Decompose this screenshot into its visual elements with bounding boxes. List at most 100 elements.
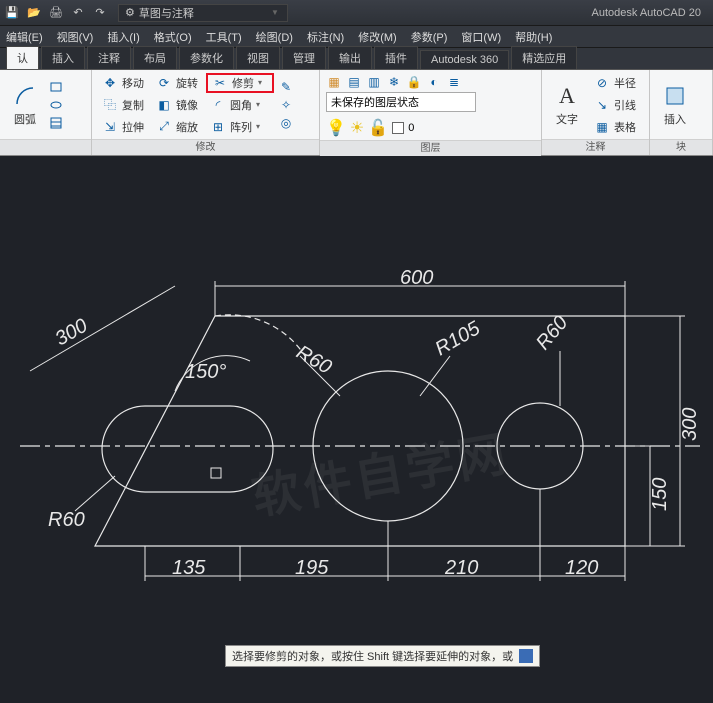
print-icon[interactable]: 🖨 [48, 5, 64, 21]
mirror-button[interactable]: ◧镜像 [152, 95, 202, 115]
rotate-icon: ⟳ [156, 75, 172, 91]
tab-default[interactable]: 认 [6, 46, 39, 69]
panel-modify: ✥移动 ⿻复制 ⇲拉伸 ⟳旋转 ◧镜像 ⤢缩放 ✂修剪▾ ◜圆角▾ ⊞阵列▾ ✎… [92, 70, 320, 155]
arc-button[interactable]: 圆弧 [6, 81, 44, 129]
layer-match-icon[interactable]: ≣ [446, 74, 462, 90]
panel-title-block: 块 [650, 139, 712, 155]
tab-plugins[interactable]: 插件 [374, 46, 418, 69]
layer-lock-icon[interactable]: 🔒 [406, 74, 422, 90]
save-icon[interactable]: 💾 [4, 5, 20, 21]
redo-icon[interactable]: ↷ [92, 5, 108, 21]
chevron-down-icon: ▼ [271, 8, 281, 17]
dim-600: 600 [400, 267, 433, 289]
table-icon: ▦ [594, 119, 610, 135]
rectangle-icon[interactable] [48, 79, 64, 95]
rotate-button[interactable]: ⟳旋转 [152, 73, 202, 93]
leader-icon: ↘ [594, 97, 610, 113]
tooltip-text: 选择要修剪的对象，或按住 Shift 键选择要延伸的对象，或 [232, 648, 513, 664]
scale-button[interactable]: ⤢缩放 [152, 117, 202, 137]
title-bar: 💾 📂 🖨 ↶ ↷ ⚙ 草图与注释 ▼ Autodesk AutoCAD 20 [0, 0, 713, 26]
arc-label: 圆弧 [14, 111, 36, 127]
block-icon [662, 83, 688, 109]
array-button[interactable]: ⊞阵列▾ [206, 117, 274, 137]
dim-r60-right: R60 [532, 312, 572, 354]
explode-icon[interactable]: ✧ [278, 97, 294, 113]
ellipse-icon[interactable] [48, 97, 64, 113]
arc-icon [12, 83, 38, 109]
tab-featured[interactable]: 精选应用 [511, 46, 577, 69]
sun-icon: ☀ [350, 118, 364, 138]
panel-draw: 圆弧 [0, 70, 92, 155]
move-button[interactable]: ✥移动 [98, 73, 148, 93]
menu-bar: 编辑(E) 视图(V) 插入(I) 格式(O) 工具(T) 绘图(D) 标注(N… [0, 26, 713, 48]
mirror-icon: ◧ [156, 97, 172, 113]
dim-r105: R105 [432, 317, 485, 360]
radius-dim-button[interactable]: ⊘半径 [590, 73, 640, 93]
menu-help[interactable]: 帮助(H) [515, 29, 552, 45]
layer-iso-icon[interactable]: ▥ [366, 74, 382, 90]
chevron-down-icon: ▾ [258, 78, 268, 87]
menu-edit[interactable]: 编辑(E) [6, 29, 43, 45]
workspace-selector[interactable]: ⚙ 草图与注释 ▼ [118, 4, 288, 22]
radius-icon: ⊘ [594, 75, 610, 91]
table-button[interactable]: ▦表格 [590, 117, 640, 137]
layer-state-dropdown[interactable]: 未保存的图层状态 [326, 92, 476, 112]
insert-block-button[interactable]: 插入 [656, 81, 694, 129]
layer-props-icon[interactable]: ▦ [326, 74, 342, 90]
layer-freeze-icon[interactable]: ❄ [386, 74, 402, 90]
undo-icon[interactable]: ↶ [70, 5, 86, 21]
color-swatch [392, 122, 404, 134]
menu-window[interactable]: 窗口(W) [461, 29, 501, 45]
panel-title-layer: 图层 [320, 140, 541, 156]
menu-view[interactable]: 视图(V) [57, 29, 94, 45]
tab-parametric[interactable]: 参数化 [179, 46, 234, 69]
dim-300-h: 300 [679, 408, 701, 441]
drawing-canvas[interactable]: 600 300 150° R60 R60 R105 R60 300 150 13… [0, 156, 713, 703]
dim-300: 300 [52, 315, 92, 351]
copy-button[interactable]: ⿻复制 [98, 95, 148, 115]
erase-icon[interactable]: ✎ [278, 79, 294, 95]
tab-manage[interactable]: 管理 [282, 46, 326, 69]
lock-icon: 🔓 [368, 118, 388, 138]
menu-insert[interactable]: 插入(I) [107, 29, 139, 45]
open-icon[interactable]: 📂 [26, 5, 42, 21]
ribbon: 圆弧 ✥移动 ⿻复制 ⇲拉伸 ⟳旋转 ◧镜像 ⤢缩放 ✂修剪▾ [0, 70, 713, 156]
fillet-button[interactable]: ◜圆角▾ [206, 95, 274, 115]
menu-draw[interactable]: 绘图(D) [256, 29, 293, 45]
layer-state-icon[interactable]: ▤ [346, 74, 362, 90]
tab-a360[interactable]: Autodesk 360 [420, 50, 509, 69]
gear-icon: ⚙ [125, 6, 135, 19]
tab-insert[interactable]: 插入 [41, 46, 85, 69]
hatch-icon[interactable] [48, 115, 64, 131]
tab-layout[interactable]: 布局 [133, 46, 177, 69]
tooltip-icon [519, 649, 533, 663]
scale-icon: ⤢ [156, 119, 172, 135]
stretch-icon: ⇲ [102, 119, 118, 135]
trim-icon: ✂ [212, 75, 228, 91]
text-button[interactable]: A 文字 [548, 81, 586, 129]
dim-120: 120 [565, 557, 598, 579]
stretch-button[interactable]: ⇲拉伸 [98, 117, 148, 137]
chevron-down-icon: ▾ [256, 122, 266, 131]
array-icon: ⊞ [210, 119, 226, 135]
dim-210: 210 [444, 557, 478, 579]
trim-button[interactable]: ✂修剪▾ [206, 73, 274, 93]
panel-annotation: A 文字 ⊘半径 ↘引线 ▦表格 注释 [542, 70, 650, 155]
menu-parametric[interactable]: 参数(P) [411, 29, 448, 45]
tab-output[interactable]: 输出 [328, 46, 372, 69]
menu-tools[interactable]: 工具(T) [206, 29, 242, 45]
tab-annotate[interactable]: 注释 [87, 46, 131, 69]
layer-current[interactable]: 💡 ☀ 🔓 0 [326, 118, 414, 138]
menu-modify[interactable]: 修改(M) [358, 29, 397, 45]
layer-name: 0 [408, 122, 414, 134]
text-icon: A [554, 83, 580, 109]
app-title: Autodesk AutoCAD 20 [592, 7, 709, 19]
menu-format[interactable]: 格式(O) [154, 29, 192, 45]
menu-dimension[interactable]: 标注(N) [307, 29, 344, 45]
offset-icon[interactable]: ◎ [278, 115, 294, 131]
panel-title-modify: 修改 [92, 139, 319, 155]
layer-off-icon[interactable]: ◐ [426, 74, 442, 90]
dim-angle: 150° [185, 361, 226, 383]
tab-view[interactable]: 视图 [236, 46, 280, 69]
leader-button[interactable]: ↘引线 [590, 95, 640, 115]
